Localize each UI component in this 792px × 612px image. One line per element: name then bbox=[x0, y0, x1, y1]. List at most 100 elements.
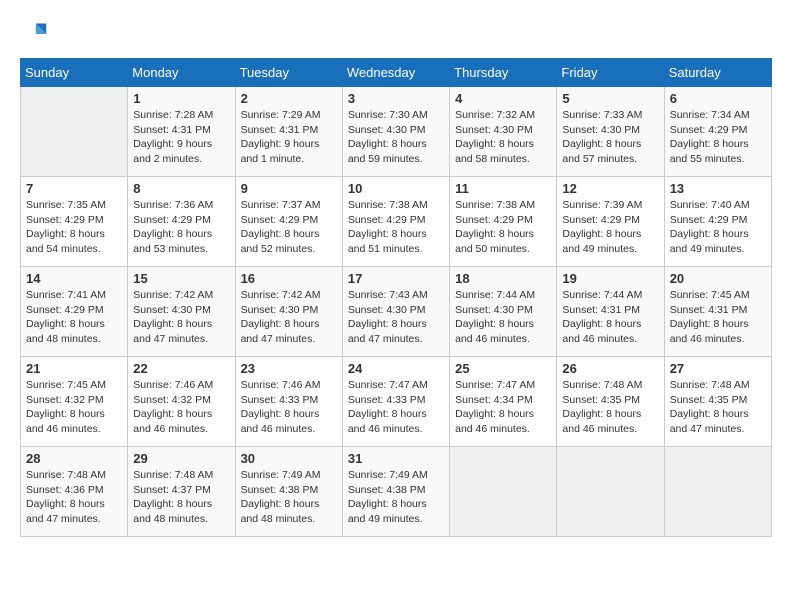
day-number: 5 bbox=[562, 91, 658, 106]
calendar-cell: 21 Sunrise: 7:45 AMSunset: 4:32 PMDayligh… bbox=[21, 357, 128, 447]
logo-icon bbox=[20, 20, 48, 48]
day-sun-info: Sunrise: 7:46 AMSunset: 4:33 PMDaylight:… bbox=[241, 378, 337, 437]
day-of-week-header: Saturday bbox=[664, 59, 771, 87]
calendar-cell: 16 Sunrise: 7:42 AMSunset: 4:30 PMDayligh… bbox=[235, 267, 342, 357]
calendar-cell: 30 Sunrise: 7:49 AMSunset: 4:38 PMDayligh… bbox=[235, 447, 342, 537]
calendar-cell: 19 Sunrise: 7:44 AMSunset: 4:31 PMDayligh… bbox=[557, 267, 664, 357]
day-number: 19 bbox=[562, 271, 658, 286]
day-number: 1 bbox=[133, 91, 229, 106]
calendar-cell: 12 Sunrise: 7:39 AMSunset: 4:29 PMDayligh… bbox=[557, 177, 664, 267]
day-number: 30 bbox=[241, 451, 337, 466]
calendar-week-row: 7 Sunrise: 7:35 AMSunset: 4:29 PMDaylight… bbox=[21, 177, 772, 267]
day-sun-info: Sunrise: 7:38 AMSunset: 4:29 PMDaylight:… bbox=[455, 198, 551, 257]
calendar-cell: 1 Sunrise: 7:28 AMSunset: 4:31 PMDaylight… bbox=[128, 87, 235, 177]
calendar-cell: 5 Sunrise: 7:33 AMSunset: 4:30 PMDaylight… bbox=[557, 87, 664, 177]
day-sun-info: Sunrise: 7:34 AMSunset: 4:29 PMDaylight:… bbox=[670, 108, 766, 167]
day-sun-info: Sunrise: 7:33 AMSunset: 4:30 PMDaylight:… bbox=[562, 108, 658, 167]
calendar-cell: 14 Sunrise: 7:41 AMSunset: 4:29 PMDayligh… bbox=[21, 267, 128, 357]
calendar-cell: 2 Sunrise: 7:29 AMSunset: 4:31 PMDaylight… bbox=[235, 87, 342, 177]
day-number: 16 bbox=[241, 271, 337, 286]
day-sun-info: Sunrise: 7:45 AMSunset: 4:31 PMDaylight:… bbox=[670, 288, 766, 347]
day-sun-info: Sunrise: 7:29 AMSunset: 4:31 PMDaylight:… bbox=[241, 108, 337, 167]
day-of-week-header: Wednesday bbox=[342, 59, 449, 87]
calendar-week-row: 14 Sunrise: 7:41 AMSunset: 4:29 PMDayligh… bbox=[21, 267, 772, 357]
day-number: 28 bbox=[26, 451, 122, 466]
day-sun-info: Sunrise: 7:39 AMSunset: 4:29 PMDaylight:… bbox=[562, 198, 658, 257]
day-sun-info: Sunrise: 7:48 AMSunset: 4:37 PMDaylight:… bbox=[133, 468, 229, 527]
day-sun-info: Sunrise: 7:38 AMSunset: 4:29 PMDaylight:… bbox=[348, 198, 444, 257]
day-sun-info: Sunrise: 7:28 AMSunset: 4:31 PMDaylight:… bbox=[133, 108, 229, 167]
day-number: 14 bbox=[26, 271, 122, 286]
day-number: 26 bbox=[562, 361, 658, 376]
day-of-week-header: Tuesday bbox=[235, 59, 342, 87]
day-of-week-header: Friday bbox=[557, 59, 664, 87]
day-number: 18 bbox=[455, 271, 551, 286]
calendar-cell: 27 Sunrise: 7:48 AMSunset: 4:35 PMDayligh… bbox=[664, 357, 771, 447]
day-of-week-header: Sunday bbox=[21, 59, 128, 87]
day-number: 10 bbox=[348, 181, 444, 196]
calendar-cell: 6 Sunrise: 7:34 AMSunset: 4:29 PMDaylight… bbox=[664, 87, 771, 177]
day-sun-info: Sunrise: 7:43 AMSunset: 4:30 PMDaylight:… bbox=[348, 288, 444, 347]
day-number: 7 bbox=[26, 181, 122, 196]
calendar-cell: 24 Sunrise: 7:47 AMSunset: 4:33 PMDayligh… bbox=[342, 357, 449, 447]
day-sun-info: Sunrise: 7:42 AMSunset: 4:30 PMDaylight:… bbox=[133, 288, 229, 347]
day-number: 4 bbox=[455, 91, 551, 106]
day-number: 21 bbox=[26, 361, 122, 376]
day-sun-info: Sunrise: 7:35 AMSunset: 4:29 PMDaylight:… bbox=[26, 198, 122, 257]
calendar-cell: 13Sunrise: 7:40 AMSunset: 4:29 PMDayligh… bbox=[664, 177, 771, 267]
day-number: 25 bbox=[455, 361, 551, 376]
calendar-cell: 18 Sunrise: 7:44 AMSunset: 4:30 PMDayligh… bbox=[450, 267, 557, 357]
day-sun-info: Sunrise: 7:47 AMSunset: 4:33 PMDaylight:… bbox=[348, 378, 444, 437]
calendar-cell: 3Sunrise: 7:30 AMSunset: 4:30 PMDaylight… bbox=[342, 87, 449, 177]
day-number: 11 bbox=[455, 181, 551, 196]
day-sun-info: Sunrise: 7:48 AMSunset: 4:35 PMDaylight:… bbox=[670, 378, 766, 437]
day-sun-info: Sunrise: 7:41 AMSunset: 4:29 PMDaylight:… bbox=[26, 288, 122, 347]
day-number: 2 bbox=[241, 91, 337, 106]
day-sun-info: Sunrise: 7:30 AMSunset: 4:30 PMDaylight:… bbox=[348, 108, 444, 167]
calendar-cell bbox=[21, 87, 128, 177]
day-sun-info: Sunrise: 7:46 AMSunset: 4:32 PMDaylight:… bbox=[133, 378, 229, 437]
day-of-week-header: Monday bbox=[128, 59, 235, 87]
calendar-cell: 26 Sunrise: 7:48 AMSunset: 4:35 PMDayligh… bbox=[557, 357, 664, 447]
day-number: 17 bbox=[348, 271, 444, 286]
calendar-cell: 28 Sunrise: 7:48 AMSunset: 4:36 PMDayligh… bbox=[21, 447, 128, 537]
calendar-cell: 25 Sunrise: 7:47 AMSunset: 4:34 PMDayligh… bbox=[450, 357, 557, 447]
day-sun-info: Sunrise: 7:37 AMSunset: 4:29 PMDaylight:… bbox=[241, 198, 337, 257]
day-sun-info: Sunrise: 7:47 AMSunset: 4:34 PMDaylight:… bbox=[455, 378, 551, 437]
day-sun-info: Sunrise: 7:48 AMSunset: 4:36 PMDaylight:… bbox=[26, 468, 122, 527]
calendar-week-row: 1 Sunrise: 7:28 AMSunset: 4:31 PMDaylight… bbox=[21, 87, 772, 177]
day-number: 24 bbox=[348, 361, 444, 376]
calendar-week-row: 28 Sunrise: 7:48 AMSunset: 4:36 PMDayligh… bbox=[21, 447, 772, 537]
day-sun-info: Sunrise: 7:42 AMSunset: 4:30 PMDaylight:… bbox=[241, 288, 337, 347]
page-header bbox=[20, 20, 772, 48]
calendar-cell bbox=[557, 447, 664, 537]
day-number: 20 bbox=[670, 271, 766, 286]
day-number: 12 bbox=[562, 181, 658, 196]
day-sun-info: Sunrise: 7:48 AMSunset: 4:35 PMDaylight:… bbox=[562, 378, 658, 437]
calendar-cell: 15Sunrise: 7:42 AMSunset: 4:30 PMDayligh… bbox=[128, 267, 235, 357]
logo bbox=[20, 20, 52, 48]
calendar-cell: 17 Sunrise: 7:43 AMSunset: 4:30 PMDayligh… bbox=[342, 267, 449, 357]
day-number: 22 bbox=[133, 361, 229, 376]
day-sun-info: Sunrise: 7:44 AMSunset: 4:30 PMDaylight:… bbox=[455, 288, 551, 347]
day-sun-info: Sunrise: 7:44 AMSunset: 4:31 PMDaylight:… bbox=[562, 288, 658, 347]
calendar-cell: 29Sunrise: 7:48 AMSunset: 4:37 PMDayligh… bbox=[128, 447, 235, 537]
calendar-cell: 31Sunrise: 7:49 AMSunset: 4:38 PMDayligh… bbox=[342, 447, 449, 537]
calendar-cell: 7 Sunrise: 7:35 AMSunset: 4:29 PMDaylight… bbox=[21, 177, 128, 267]
day-sun-info: Sunrise: 7:45 AMSunset: 4:32 PMDaylight:… bbox=[26, 378, 122, 437]
calendar-cell: 9 Sunrise: 7:37 AMSunset: 4:29 PMDaylight… bbox=[235, 177, 342, 267]
calendar-cell: 4 Sunrise: 7:32 AMSunset: 4:30 PMDaylight… bbox=[450, 87, 557, 177]
day-of-week-header: Thursday bbox=[450, 59, 557, 87]
day-number: 8 bbox=[133, 181, 229, 196]
day-number: 31 bbox=[348, 451, 444, 466]
day-number: 6 bbox=[670, 91, 766, 106]
day-number: 9 bbox=[241, 181, 337, 196]
calendar-cell bbox=[664, 447, 771, 537]
day-sun-info: Sunrise: 7:32 AMSunset: 4:30 PMDaylight:… bbox=[455, 108, 551, 167]
calendar-cell: 11 Sunrise: 7:38 AMSunset: 4:29 PMDayligh… bbox=[450, 177, 557, 267]
day-number: 27 bbox=[670, 361, 766, 376]
day-sun-info: Sunrise: 7:36 AMSunset: 4:29 PMDaylight:… bbox=[133, 198, 229, 257]
day-sun-info: Sunrise: 7:49 AMSunset: 4:38 PMDaylight:… bbox=[241, 468, 337, 527]
calendar-cell: 20 Sunrise: 7:45 AMSunset: 4:31 PMDayligh… bbox=[664, 267, 771, 357]
day-sun-info: Sunrise: 7:40 AMSunset: 4:29 PMDaylight:… bbox=[670, 198, 766, 257]
